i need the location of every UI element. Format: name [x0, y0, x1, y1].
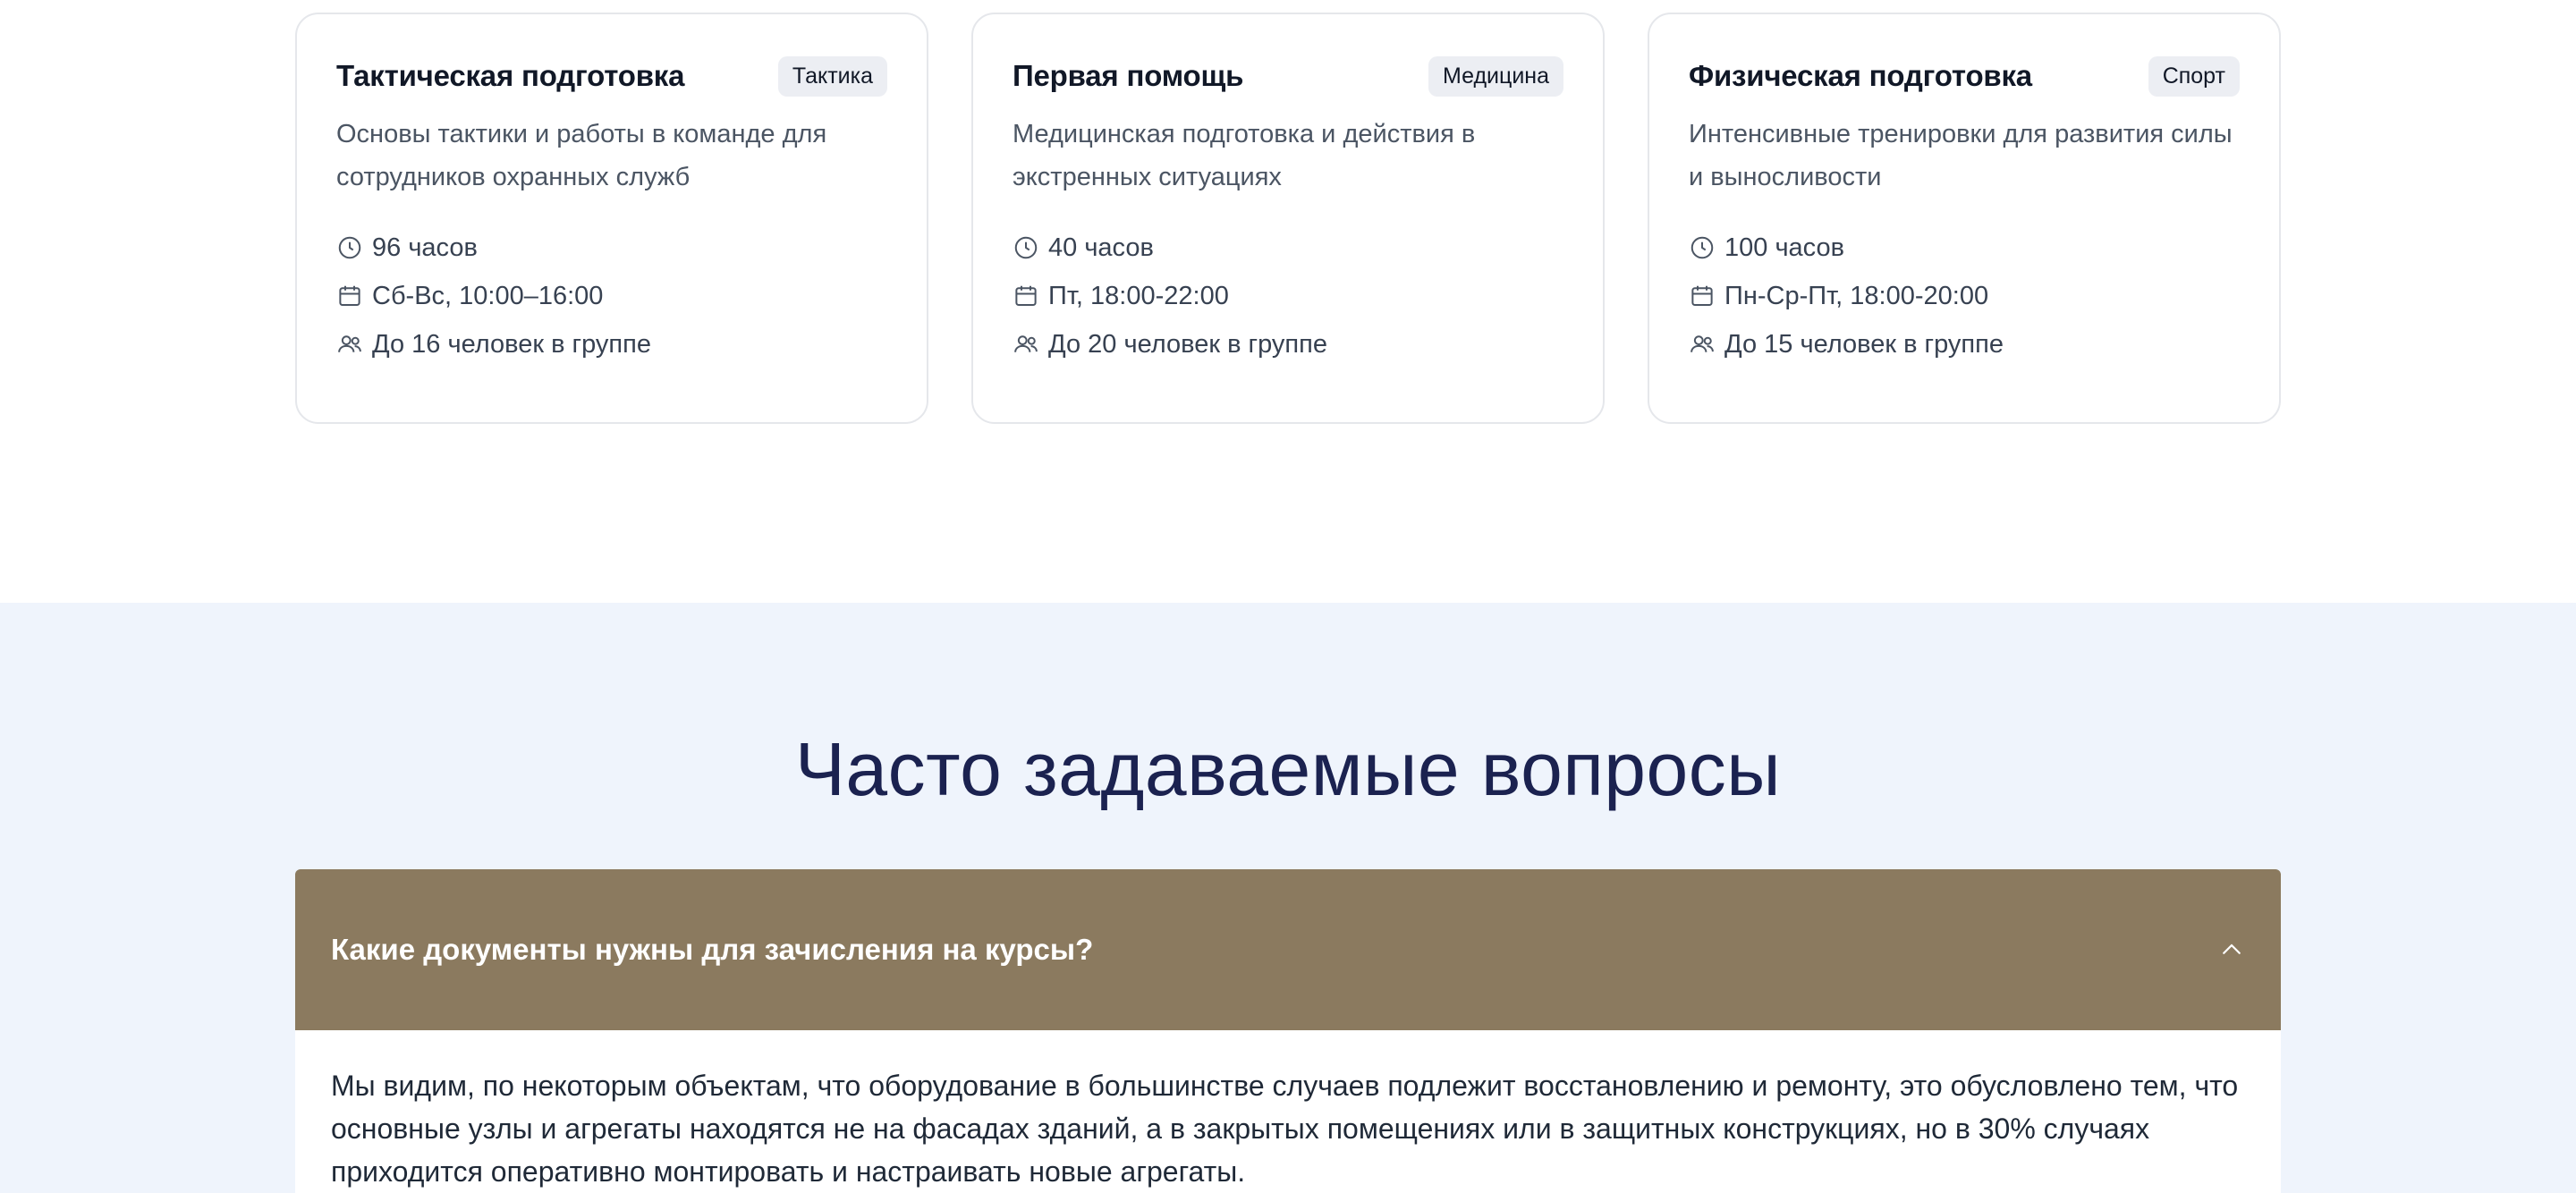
- course-schedule-text: Пт, 18:00-22:00: [1048, 281, 1229, 310]
- course-group-text: До 16 человек в группе: [372, 329, 651, 359]
- faq-question-text: Какие документы нужны для зачисления на …: [331, 933, 1094, 966]
- course-hours: 96 часов: [336, 224, 887, 272]
- course-hours-text: 100 часов: [1724, 233, 1845, 262]
- course-category-badge: Тактика: [777, 55, 887, 97]
- faq-answer-text: Мы видим, по некоторым объектам, что обо…: [331, 1070, 2239, 1188]
- course-card-tactical[interactable]: Тактическая подготовка Тактика Основы та…: [295, 13, 928, 424]
- calendar-icon: [1691, 285, 1713, 306]
- calendar-icon: [339, 285, 360, 306]
- course-category-badge: Медицина: [1428, 55, 1563, 97]
- course-schedule-text: Сб-Вс, 10:00–16:00: [372, 281, 604, 310]
- course-group-text: До 20 человек в группе: [1048, 329, 1327, 359]
- course-schedule: Пт, 18:00-22:00: [1013, 272, 1563, 320]
- course-hours-text: 40 часов: [1048, 233, 1154, 262]
- course-title: Тактическая подготовка: [336, 59, 685, 92]
- course-card-first-aid[interactable]: Первая помощь Медицина Медицинская подго…: [971, 13, 1605, 424]
- course-card-physical[interactable]: Физическая подготовка Спорт Интенсивные …: [1648, 13, 2281, 424]
- course-meta: 40 часов Пт, 18:00-22:00 До 20 человек в…: [1013, 224, 1563, 368]
- users-icon: [338, 335, 361, 352]
- users-icon: [1014, 335, 1038, 352]
- course-schedule-text: Пн-Ср-Пт, 18:00-20:00: [1724, 281, 1989, 310]
- course-description: Основы тактики и работы в команде для со…: [336, 120, 827, 191]
- clock-icon: [1690, 236, 1714, 259]
- calendar-icon: [1015, 285, 1037, 306]
- course-group-text: До 15 человек в группе: [1724, 329, 2004, 359]
- course-title: Первая помощь: [1013, 59, 1244, 92]
- course-schedule: Сб-Вс, 10:00–16:00: [336, 272, 887, 320]
- course-card-header: Первая помощь Медицина: [1013, 54, 1563, 98]
- course-title: Физическая подготовка: [1689, 59, 2032, 92]
- course-card-header: Тактическая подготовка Тактика: [336, 54, 887, 98]
- faq-question-toggle[interactable]: Какие документы нужны для зачисления на …: [295, 869, 2281, 1030]
- course-hours: 40 часов: [1013, 224, 1563, 272]
- course-group: До 20 человек в группе: [1013, 320, 1563, 368]
- faq-section: Часто задаваемые вопросы Какие документы…: [0, 603, 2576, 1193]
- course-description: Интенсивные тренировки для развития силы…: [1689, 120, 2233, 191]
- course-card-header: Физическая подготовка Спорт: [1689, 54, 2240, 98]
- course-group: До 16 человек в группе: [336, 320, 887, 368]
- faq-title: Часто задаваемые вопросы: [794, 727, 1782, 811]
- faq-answer: Мы видим, по некоторым объектам, что обо…: [295, 1030, 2281, 1193]
- clock-icon: [1014, 236, 1038, 259]
- course-hours: 100 часов: [1689, 224, 2240, 272]
- course-group: До 15 человек в группе: [1689, 320, 2240, 368]
- course-hours-text: 96 часов: [372, 233, 478, 262]
- course-description: Медицинская подготовка и действия в экст…: [1013, 120, 1476, 191]
- course-meta: 96 часов Сб-Вс, 10:00–16:00 До 16 челове…: [336, 224, 887, 368]
- clock-icon: [338, 236, 361, 259]
- course-category-badge: Спорт: [2148, 55, 2240, 97]
- course-meta: 100 часов Пн-Ср-Пт, 18:00-20:00 До 15 че…: [1689, 224, 2240, 368]
- courses-section: Тактическая подготовка Тактика Основы та…: [0, 0, 2576, 603]
- chevron-up-icon[interactable]: [2218, 936, 2245, 963]
- course-schedule: Пн-Ср-Пт, 18:00-20:00: [1689, 272, 2240, 320]
- users-icon: [1690, 335, 1714, 352]
